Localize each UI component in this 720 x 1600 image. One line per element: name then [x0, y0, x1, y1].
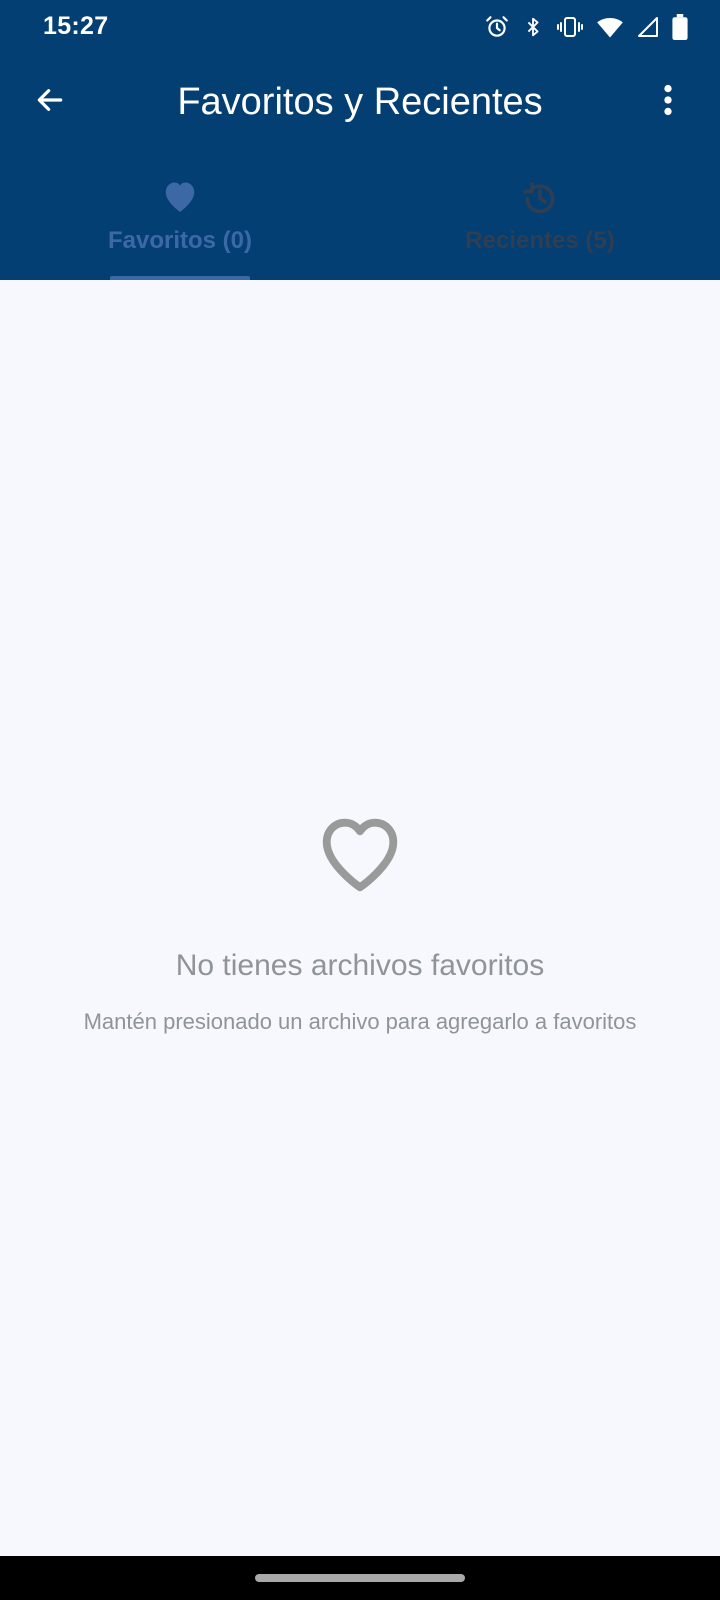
history-icon — [360, 178, 720, 216]
arrow-back-icon — [34, 84, 66, 121]
empty-state-title: No tienes archivos favoritos — [175, 949, 545, 982]
tab-favoritos[interactable]: Favoritos (0) — [0, 170, 360, 280]
page-title: Favoritos y Recientes — [177, 81, 543, 123]
empty-state-subtitle: Mantén presionado un archivo para agrega… — [83, 1009, 637, 1034]
bluetooth-icon — [522, 14, 544, 40]
heart-outline-icon — [0, 810, 720, 898]
heart-icon — [0, 178, 360, 214]
alarm-icon — [484, 14, 510, 40]
battery-icon — [672, 14, 688, 40]
more-vert-icon — [663, 84, 673, 121]
tab-favoritos-label: Favoritos (0) — [107, 227, 253, 254]
back-button[interactable] — [26, 78, 74, 126]
more-options-button[interactable] — [644, 78, 692, 126]
favorites-content: No tienes archivos favoritos Mantén pres… — [0, 280, 720, 1556]
app-header: 15:27 Favoritos y Recientes Favoritos (0… — [0, 0, 720, 280]
signal-icon — [636, 15, 660, 39]
tab-recientes[interactable]: Recientes (5) — [360, 170, 720, 280]
vibrate-icon — [556, 14, 584, 40]
status-time: 15:27 — [43, 12, 109, 40]
status-bar: 15:27 — [0, 0, 720, 56]
tab-bar: Favoritos (0) Recientes (5) — [0, 170, 720, 280]
screen: 15:27 Favoritos y Recientes Favoritos (0… — [0, 0, 720, 1600]
app-bar: Favoritos y Recientes — [0, 64, 720, 140]
system-navigation-bar — [0, 1556, 720, 1600]
wifi-icon — [596, 15, 624, 39]
home-indicator[interactable] — [255, 1574, 465, 1582]
tab-recientes-label: Recientes (5) — [465, 227, 615, 254]
status-icons — [484, 12, 688, 42]
